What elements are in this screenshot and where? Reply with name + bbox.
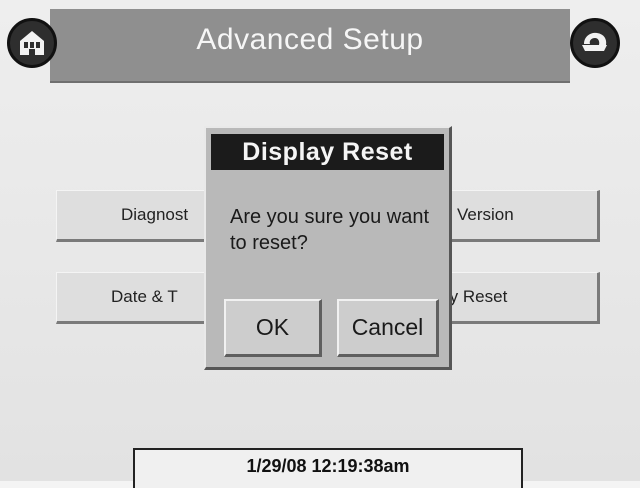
display-reset-dialog: Display Reset Are you sure you want to r… <box>204 126 452 370</box>
dialog-title: Display Reset <box>211 134 444 170</box>
back-icon <box>582 32 607 51</box>
dialog-message: Are you sure you want to reset? <box>230 206 429 254</box>
datetime-readout: 1/29/08 12:19:38am <box>246 456 410 476</box>
diagnostics-label: Diagnost <box>121 205 189 224</box>
status-bar: 1/29/08 12:19:38am <box>133 448 523 488</box>
home-icon <box>20 31 44 55</box>
version-label: Version <box>457 205 514 224</box>
page-title: Advanced Setup <box>196 23 424 56</box>
date-time-label: Date & T <box>111 287 178 306</box>
home-button[interactable] <box>7 18 57 68</box>
ok-button[interactable]: OK <box>224 299 322 357</box>
cancel-button[interactable]: Cancel <box>337 299 439 357</box>
back-button[interactable] <box>570 18 620 68</box>
screen: Advanced Setup Diagnost Date & T Version… <box>0 0 640 488</box>
header-bar: Advanced Setup <box>50 9 570 83</box>
